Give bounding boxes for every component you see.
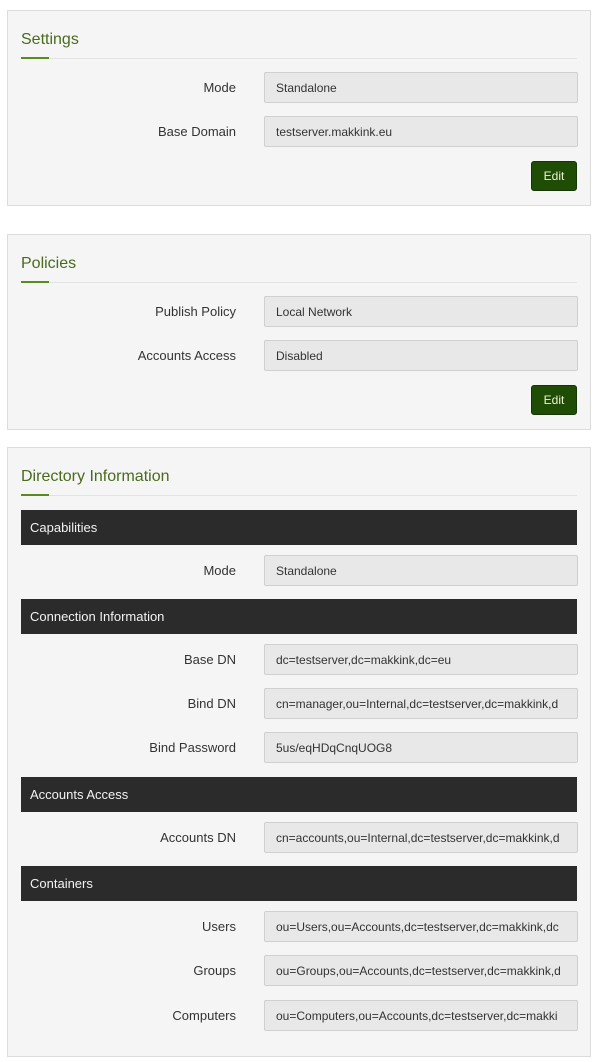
publish-policy-field: Local Network (264, 296, 578, 327)
base-dn-field: dc=testserver,dc=makkink,dc=eu (264, 644, 578, 675)
settings-title: Settings (21, 31, 79, 48)
mode-label: Mode (203, 80, 236, 95)
accounts-access-row-accounts-dn: Accounts DN cn=accounts,ou=Internal,dc=t… (8, 822, 590, 854)
base-dn-label: Base DN (183, 652, 236, 667)
settings-edit-button[interactable]: Edit (531, 161, 577, 191)
policies-edit-button[interactable]: Edit (531, 385, 577, 415)
accounts-dn-field: cn=accounts,ou=Internal,dc=testserver,dc… (264, 822, 578, 853)
policies-title: Policies (21, 255, 77, 272)
policies-row-accounts-access: Accounts Access Disabled (8, 340, 590, 372)
containers-row-computers: Computers ou=Computers,ou=Accounts,dc=te… (8, 1000, 590, 1032)
mode-field: Standalone (264, 72, 578, 103)
containers-row-users: Users ou=Users,ou=Accounts,dc=testserver… (8, 911, 590, 943)
policies-panel: Policies Publish Policy Local Network Ac… (7, 234, 591, 430)
settings-row-mode: Mode Standalone (8, 72, 590, 104)
policies-title-rule (21, 282, 577, 283)
capabilities-row-mode: Mode Standalone (8, 555, 590, 587)
computers-label: Computers (172, 1008, 236, 1023)
policies-row-publish-policy: Publish Policy Local Network (8, 296, 590, 328)
directory-panel: Directory Information Capabilities Mode … (7, 447, 591, 1057)
base-domain-field: testserver.makkink.eu (264, 116, 578, 147)
bind-password-field: 5us/eqHDqCnqUOG8 (264, 732, 578, 763)
connection-row-bind-password: Bind Password 5us/eqHDqCnqUOG8 (8, 732, 590, 764)
accounts-access-header: Accounts Access (21, 777, 577, 812)
connection-row-bind-dn: Bind DN cn=manager,ou=Internal,dc=testse… (8, 688, 590, 720)
containers-row-groups: Groups ou=Groups,ou=Accounts,dc=testserv… (8, 955, 590, 987)
bind-dn-label: Bind DN (187, 696, 236, 711)
connection-information-header: Connection Information (21, 599, 577, 634)
base-domain-label: Base Domain (157, 124, 236, 139)
accounts-dn-label: Accounts DN (160, 830, 236, 845)
capabilities-mode-field: Standalone (264, 555, 578, 586)
containers-header: Containers (21, 866, 577, 901)
groups-label: Groups (193, 963, 236, 978)
publish-policy-label: Publish Policy (155, 304, 236, 319)
bind-dn-field: cn=manager,ou=Internal,dc=testserver,dc=… (264, 688, 578, 719)
connection-row-base-dn: Base DN dc=testserver,dc=makkink,dc=eu (8, 644, 590, 676)
capabilities-mode-label: Mode (203, 563, 236, 578)
computers-field: ou=Computers,ou=Accounts,dc=testserver,d… (264, 1000, 578, 1031)
bind-password-label: Bind Password (149, 740, 236, 755)
accounts-access-label: Accounts Access (137, 348, 236, 363)
users-label: Users (202, 919, 236, 934)
policies-title-underline (21, 281, 49, 283)
users-field: ou=Users,ou=Accounts,dc=testserver,dc=ma… (264, 911, 578, 942)
settings-title-rule (21, 58, 577, 59)
settings-row-base-domain: Base Domain testserver.makkink.eu (8, 116, 590, 148)
settings-panel: Settings Mode Standalone Base Domain tes… (7, 10, 591, 206)
settings-title-underline (21, 57, 49, 59)
accounts-access-field: Disabled (264, 340, 578, 371)
directory-title: Directory Information (21, 468, 170, 485)
directory-title-underline (21, 494, 49, 496)
directory-title-rule (21, 495, 577, 496)
groups-field: ou=Groups,ou=Accounts,dc=testserver,dc=m… (264, 955, 578, 986)
capabilities-header: Capabilities (21, 510, 577, 545)
